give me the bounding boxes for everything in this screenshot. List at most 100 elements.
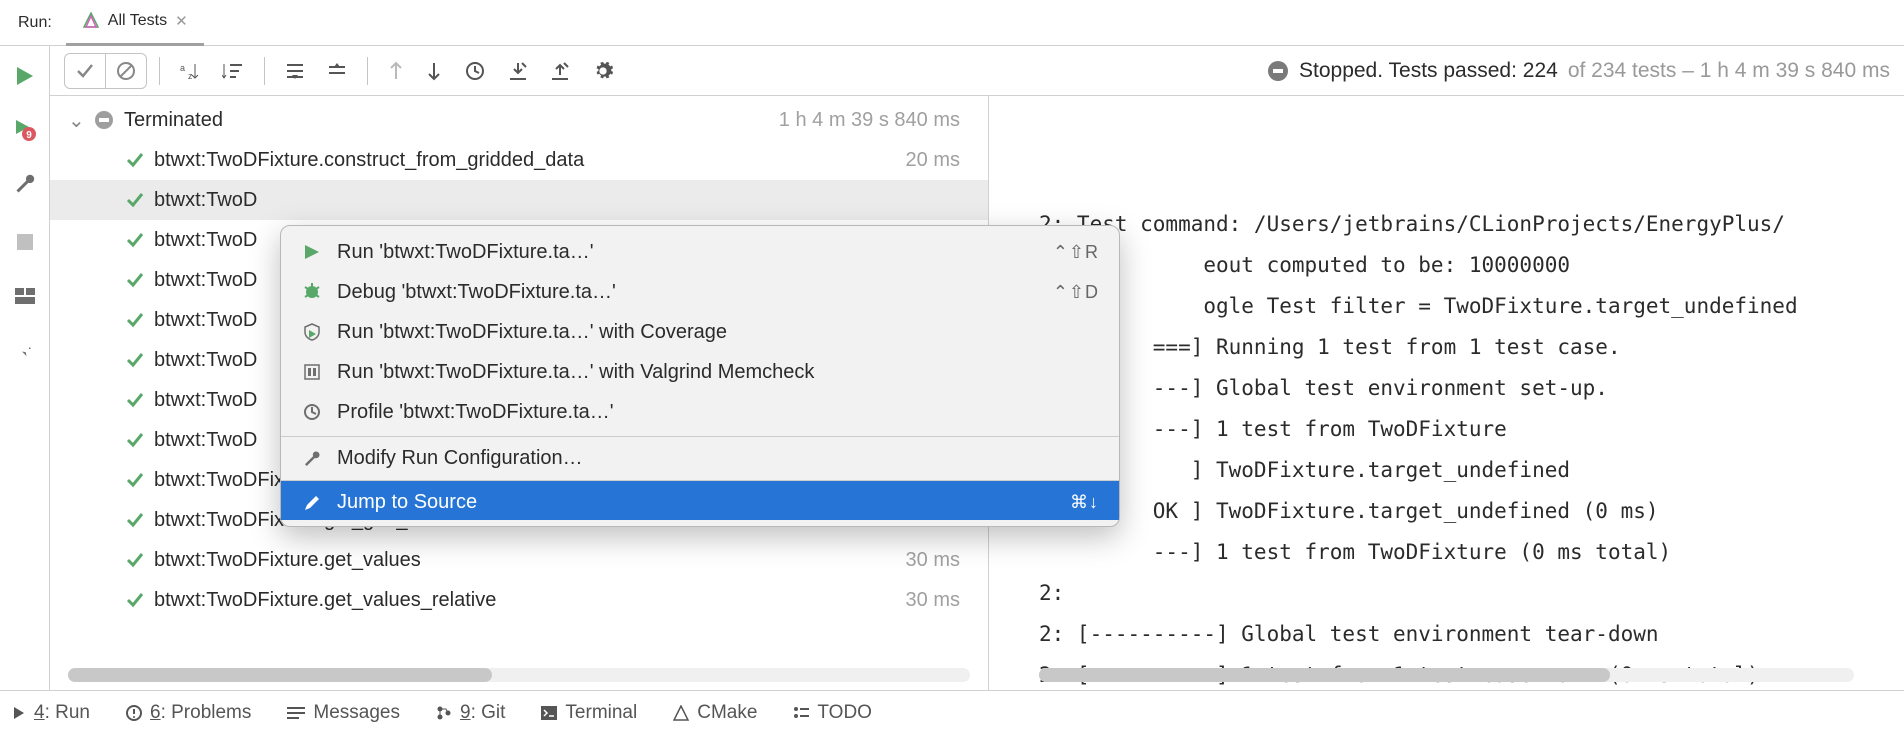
console-pane[interactable]: 2: Test command: /Users/jetbrains/CLionP… xyxy=(988,96,1904,690)
pass-icon xyxy=(126,471,144,489)
context-menu-label: Debug 'btwxt:TwoDFixture.ta…' xyxy=(337,281,1039,304)
left-gutter: 9 xyxy=(0,46,50,690)
context-menu-label: Jump to Source xyxy=(337,491,1056,514)
debug-icon xyxy=(301,283,323,301)
bottom-git[interactable]: 9: Git xyxy=(436,702,505,724)
stopped-icon xyxy=(1267,60,1289,82)
console-line: ] TwoDFixture.target_undefined xyxy=(1039,450,1854,491)
test-row[interactable]: btwxt:TwoDFixture.get_values 30 ms xyxy=(50,540,988,580)
console-line: ===] Running 1 test from 1 test case. xyxy=(1039,327,1854,368)
console-line: 2: xyxy=(1039,573,1854,614)
pass-icon xyxy=(126,151,144,169)
tab-label: All Tests xyxy=(108,12,167,30)
collapse-all-button[interactable] xyxy=(319,54,355,88)
test-label: btwxt:TwoDFixture.construct_from_gridded… xyxy=(154,149,888,172)
status-line: Stopped. Tests passed: 224 of 234 tests … xyxy=(1267,59,1890,83)
bottom-todo[interactable]: TODO xyxy=(793,702,872,724)
bottom-problems[interactable]: 6: Problems xyxy=(126,702,251,724)
test-label: btwxt:TwoDFixture.get_values xyxy=(154,549,888,572)
pass-icon xyxy=(126,271,144,289)
down-button[interactable] xyxy=(418,54,450,88)
expand-all-button[interactable] xyxy=(277,54,313,88)
console-line: 2: [----------] Global test environment … xyxy=(1039,614,1854,655)
stop-button[interactable] xyxy=(13,230,37,254)
show-ignored-button[interactable] xyxy=(106,54,146,88)
layout-button[interactable] xyxy=(13,284,37,308)
tab-all-tests[interactable]: All Tests ✕ xyxy=(66,0,204,46)
edit-icon xyxy=(301,494,323,512)
console-line: ---] 1 test from TwoDFixture (0 ms total… xyxy=(1039,532,1854,573)
pass-icon xyxy=(126,351,144,369)
bottom-run[interactable]: 4: Run xyxy=(14,702,90,724)
history-button[interactable] xyxy=(456,54,494,88)
bottom-cmake[interactable]: CMake xyxy=(673,702,757,724)
svg-text:z: z xyxy=(188,71,193,81)
close-tab-icon[interactable]: ✕ xyxy=(175,12,188,30)
valgrind-icon xyxy=(301,363,323,381)
up-button[interactable] xyxy=(380,54,412,88)
context-menu-item[interactable]: Modify Run Configuration… xyxy=(281,436,1119,476)
export-button[interactable] xyxy=(542,54,578,88)
bottom-messages[interactable]: Messages xyxy=(287,702,400,724)
context-menu-item[interactable]: Run 'btwxt:TwoDFixture.ta…' with Coverag… xyxy=(281,312,1119,352)
test-time: 30 ms xyxy=(906,549,960,572)
wrench-button[interactable] xyxy=(13,172,37,196)
profile-icon xyxy=(301,403,323,421)
run-button[interactable] xyxy=(13,64,37,88)
test-row[interactable]: btwxt:TwoD xyxy=(50,180,988,220)
console-line: 2: Test command: /Users/jetbrains/CLionP… xyxy=(1039,204,1854,245)
tree-root-label: Terminated xyxy=(124,109,761,132)
horizontal-scrollbar[interactable] xyxy=(1039,668,1854,682)
console-line: ---] 1 test from TwoDFixture xyxy=(1039,409,1854,450)
console-line: eout computed to be: 10000000 xyxy=(1039,245,1854,286)
context-menu-item[interactable]: Run 'btwxt:TwoDFixture.ta…' with Valgrin… xyxy=(281,352,1119,392)
context-menu-label: Run 'btwxt:TwoDFixture.ta…' xyxy=(337,241,1039,264)
console-output: 2: Test command: /Users/jetbrains/CLionP… xyxy=(1039,204,1854,690)
run-config-icon xyxy=(82,12,100,30)
status-text: Stopped. Tests passed: 224 xyxy=(1299,59,1558,83)
test-row[interactable]: btwxt:TwoDFixture.get_values_relative30 … xyxy=(50,580,988,620)
console-line: ---] Global test environment set-up. xyxy=(1039,368,1854,409)
import-button[interactable] xyxy=(500,54,536,88)
tree-root-time: 1 h 4 m 39 s 840 ms xyxy=(779,109,960,132)
context-menu-item[interactable]: Jump to Source ⌘↓ xyxy=(281,480,1119,520)
context-menu-shortcut: ⌘↓ xyxy=(1070,492,1099,513)
console-line: ogle Test filter = TwoDFixture.target_un… xyxy=(1039,286,1854,327)
settings-button[interactable] xyxy=(584,54,622,88)
svg-text:9: 9 xyxy=(26,130,32,141)
status-suffix: of 234 tests – 1 h 4 m 39 s 840 ms xyxy=(1568,59,1890,83)
context-menu-label: Run 'btwxt:TwoDFixture.ta…' with Valgrin… xyxy=(337,361,1085,384)
bottom-terminal[interactable]: Terminal xyxy=(541,702,637,724)
test-row[interactable]: btwxt:TwoDFixture.construct_from_gridded… xyxy=(50,140,988,180)
separator xyxy=(159,57,160,85)
test-time: 30 ms xyxy=(906,589,960,612)
sort-button[interactable]: az xyxy=(172,54,208,88)
show-passed-button[interactable] xyxy=(65,54,106,88)
pass-icon xyxy=(126,431,144,449)
top-bar: Run: All Tests ✕ xyxy=(0,0,1904,46)
context-menu-item[interactable]: Debug 'btwxt:TwoDFixture.ta…'⌃⇧D xyxy=(281,272,1119,312)
rerun-failed-button[interactable]: 9 xyxy=(13,118,37,142)
toolbar: az Stopped. Tests passed: 224 of 234 tes… xyxy=(50,46,1904,96)
chevron-down-icon: ⌄ xyxy=(68,108,84,133)
sort-duration-button[interactable] xyxy=(214,54,252,88)
context-menu-item[interactable]: Run 'btwxt:TwoDFixture.ta…' ⌃⇧R xyxy=(281,232,1119,272)
context-menu-shortcut: ⌃⇧R xyxy=(1053,242,1099,263)
pass-icon xyxy=(126,591,144,609)
bottom-bar: 4: Run 6: Problems Messages 9: Git Termi… xyxy=(0,690,1904,734)
pass-icon xyxy=(126,231,144,249)
wrench-icon xyxy=(301,450,323,468)
tree-root[interactable]: ⌄ Terminated 1 h 4 m 39 s 840 ms xyxy=(50,100,988,140)
context-menu-item[interactable]: Profile 'btwxt:TwoDFixture.ta…' xyxy=(281,392,1119,432)
pass-icon xyxy=(126,191,144,209)
pass-icon xyxy=(126,511,144,529)
terminated-icon xyxy=(94,110,114,130)
svg-text:a: a xyxy=(180,63,185,73)
run-icon xyxy=(301,243,323,261)
context-menu-label: Profile 'btwxt:TwoDFixture.ta…' xyxy=(337,401,1085,424)
test-time: 20 ms xyxy=(906,149,960,172)
context-menu-label: Modify Run Configuration… xyxy=(337,447,1085,470)
pin-button[interactable] xyxy=(13,338,37,362)
console-line: OK ] TwoDFixture.target_undefined (0 ms) xyxy=(1039,491,1854,532)
horizontal-scrollbar[interactable] xyxy=(68,668,970,682)
